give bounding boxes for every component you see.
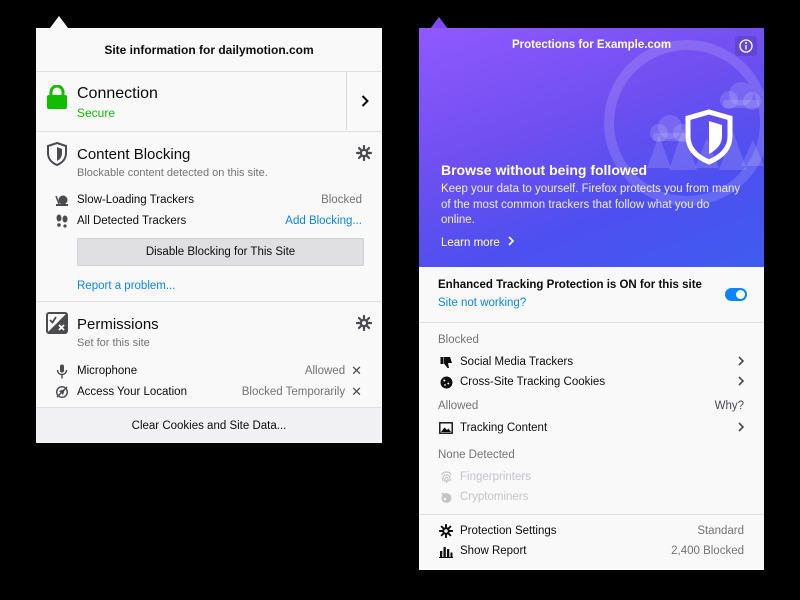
fingerprinters-row: Fingerprinters	[438, 468, 744, 486]
none-detected-header: None Detected	[438, 449, 744, 461]
connection-details-button[interactable]	[346, 72, 382, 130]
microphone-status: Allowed	[304, 365, 346, 377]
location-permission-row: Access Your Location Blocked Temporarily…	[54, 383, 362, 401]
show-report-label: Show Report	[460, 545, 527, 557]
content-blocking-settings-gear-icon[interactable]	[355, 144, 373, 162]
allowed-header: Allowed Why?	[438, 400, 744, 412]
disable-blocking-button[interactable]: Disable Blocking for This Site	[77, 238, 364, 266]
protection-level-value: Standard	[697, 525, 744, 537]
clear-cookies-button[interactable]: Clear Cookies and Site Data...	[36, 408, 382, 443]
cookie-icon	[438, 374, 454, 390]
slow-trackers-label: Slow-Loading Trackers	[77, 194, 194, 206]
protection-settings-label: Protection Settings	[460, 525, 557, 537]
none-detected-label: None Detected	[438, 449, 515, 461]
toggle-knob	[736, 290, 745, 299]
site-not-working-link[interactable]: Site not working?	[438, 297, 526, 309]
protections-title: Protections for Example.com	[511, 39, 672, 51]
blocked-count-value: 2,400 Blocked	[671, 545, 744, 557]
permissions-settings-gear-icon[interactable]	[355, 314, 373, 332]
etp-status-text: Enhanced Tracking Protection is ON for t…	[438, 279, 702, 291]
divider	[419, 514, 764, 515]
connection-title: Connection	[77, 85, 158, 102]
hero-illustration	[604, 40, 764, 206]
microphone-permission-row: Microphone Allowed ✕	[54, 362, 362, 380]
all-trackers-label: All Detected Trackers	[77, 215, 187, 227]
lock-icon	[46, 84, 68, 114]
fingerprinters-label: Fingerprinters	[460, 471, 531, 483]
content-blocking-subtitle: Blockable content detected on this site.	[77, 167, 268, 179]
show-report-row[interactable]: Show Report 2,400 Blocked	[438, 542, 744, 560]
chevron-right-icon	[738, 375, 745, 389]
learn-more-link[interactable]: Learn more	[441, 236, 514, 249]
blocked-header: Blocked	[438, 334, 744, 346]
chevron-right-icon	[738, 421, 745, 435]
panel-title: Site information for dailymotion.com	[36, 28, 382, 72]
connection-section[interactable]: Connection Secure	[36, 72, 382, 132]
protection-settings-row[interactable]: Protection Settings Standard	[438, 522, 744, 540]
location-status: Blocked Temporarily	[241, 386, 346, 398]
cryptominer-icon	[438, 489, 454, 505]
chevron-right-icon	[361, 95, 369, 107]
chevron-right-icon	[508, 236, 514, 249]
cross-site-cookies-row[interactable]: Cross-Site Tracking Cookies	[438, 373, 745, 391]
gear-icon	[438, 523, 454, 539]
slow-trackers-row: Slow-Loading Trackers Blocked	[54, 191, 362, 209]
content-blocking-title: Content Blocking	[77, 146, 191, 163]
tracking-content-row[interactable]: Tracking Content	[438, 419, 745, 437]
site-information-panel: Site information for dailymotion.com Con…	[36, 28, 382, 443]
fingerprint-icon	[438, 469, 454, 485]
bar-chart-icon	[438, 543, 454, 559]
report-problem-link[interactable]: Report a problem...	[77, 280, 175, 292]
permissions-subtitle: Set for this site	[77, 337, 150, 349]
content-blocking-section: Content Blocking Blockable content detec…	[36, 132, 382, 302]
social-media-trackers-row[interactable]: Social Media Trackers	[438, 353, 745, 371]
tracking-content-label: Tracking Content	[460, 422, 548, 434]
image-icon	[438, 420, 454, 436]
etp-section: Enhanced Tracking Protection is ON for t…	[419, 267, 764, 323]
snail-icon	[54, 192, 70, 208]
cryptominers-row: Cryptominers	[438, 488, 744, 506]
connection-status: Secure	[77, 106, 116, 120]
cross-site-cookies-label: Cross-Site Tracking Cookies	[460, 376, 606, 388]
chevron-right-icon	[738, 355, 745, 369]
footprints-icon	[54, 213, 70, 229]
learn-more-label: Learn more	[441, 236, 500, 249]
protections-panel: Protections for Example.com Browse witho…	[419, 28, 764, 570]
thumbs-down-icon	[438, 354, 454, 370]
permissions-title: Permissions	[77, 316, 159, 333]
location-blocked-icon	[54, 384, 70, 400]
add-blocking-link[interactable]: Add Blocking...	[285, 215, 362, 227]
allowed-label: Allowed	[438, 400, 479, 412]
hero-description: Keep your data to yourself. Firefox prot…	[441, 183, 741, 226]
permissions-section: Permissions Set for this site Microphone	[36, 302, 382, 408]
location-label: Access Your Location	[77, 386, 187, 398]
cryptominers-label: Cryptominers	[460, 491, 529, 503]
popup-arrow	[50, 16, 68, 28]
remove-location-permission-close-icon[interactable]: ✕	[351, 384, 362, 400]
blocked-label: Blocked	[438, 334, 479, 346]
microphone-label: Microphone	[77, 365, 138, 377]
why-link[interactable]: Why?	[715, 400, 744, 412]
hero-heading: Browse without being followed	[441, 162, 648, 178]
slow-trackers-status: Blocked	[321, 194, 362, 206]
social-media-trackers-label: Social Media Trackers	[460, 356, 574, 368]
microphone-icon	[54, 363, 70, 379]
etp-toggle[interactable]	[725, 288, 747, 301]
info-icon[interactable]	[735, 36, 757, 56]
remove-microphone-permission-close-icon[interactable]: ✕	[351, 363, 362, 379]
permissions-icon	[46, 312, 68, 339]
all-trackers-row: All Detected Trackers Add Blocking...	[54, 212, 362, 230]
protections-hero: Protections for Example.com Browse witho…	[419, 28, 764, 267]
shield-icon	[46, 141, 68, 171]
